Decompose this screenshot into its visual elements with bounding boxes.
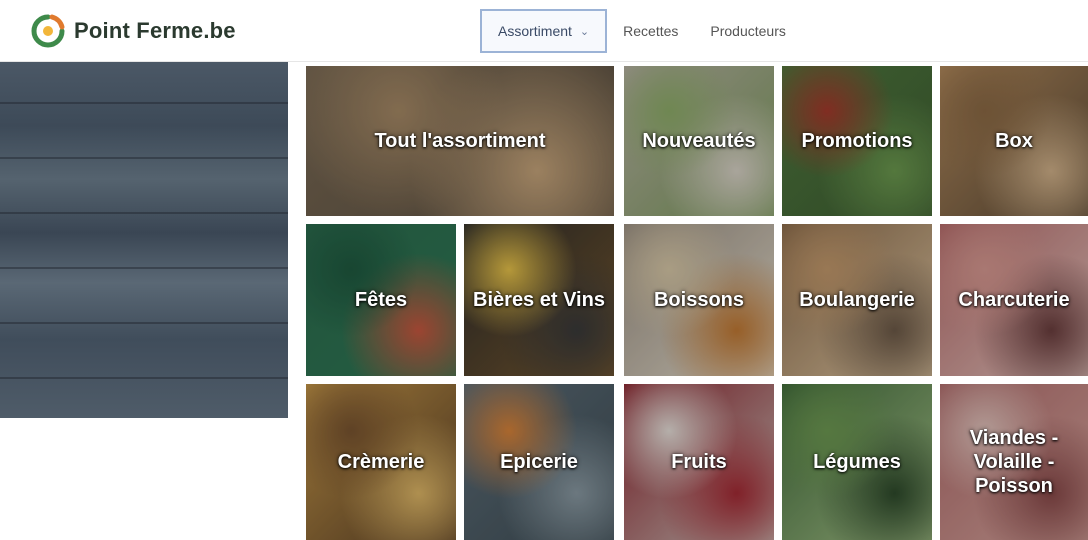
category-label: Epicerie [500, 451, 578, 473]
site-header: Point Ferme.be Assortiment ⌄ Recettes Pr… [0, 0, 1088, 62]
category-label: Nouveautés [642, 130, 756, 152]
category-viandes-volaille-poisson[interactable]: Viandes - Volaille - Poisson [940, 384, 1088, 540]
nav-producteurs[interactable]: Producteurs [694, 9, 801, 53]
main-nav: Assortiment ⌄ Recettes Producteurs [480, 9, 802, 53]
category-charcuterie[interactable]: Charcuterie [940, 224, 1088, 376]
hero-banner-image [0, 62, 288, 418]
brand-logo[interactable]: Point Ferme.be [30, 14, 236, 48]
category-label: Charcuterie [958, 289, 1070, 311]
category-boissons[interactable]: Boissons [624, 224, 774, 376]
nav-assortiment[interactable]: Assortiment ⌄ [480, 9, 608, 53]
category-box[interactable]: Box [940, 66, 1088, 216]
category-tout-assortiment[interactable]: Tout l'assortiment [306, 66, 614, 216]
nav-producteurs-label: Producteurs [710, 23, 786, 39]
category-label: Viandes - Volaille - Poisson [969, 427, 1059, 497]
category-bieres-vins[interactable]: Bières et Vins [464, 224, 614, 376]
category-promotions[interactable]: Promotions [782, 66, 932, 216]
category-cremerie[interactable]: Crèmerie [306, 384, 456, 540]
category-boulangerie[interactable]: Boulangerie [782, 224, 932, 376]
category-label: Tout l'assortiment [374, 130, 546, 152]
brand-name: Point Ferme.be [74, 18, 236, 43]
category-epicerie[interactable]: Epicerie [464, 384, 614, 540]
category-nouveautes[interactable]: Nouveautés [624, 66, 774, 216]
category-label: Boulangerie [799, 289, 915, 311]
category-label: Promotions [801, 130, 913, 152]
category-fetes[interactable]: Fêtes [306, 224, 456, 376]
nav-recettes[interactable]: Recettes [607, 9, 694, 53]
chevron-down-icon: ⌄ [579, 25, 590, 38]
category-label: Fêtes [354, 289, 408, 311]
category-label: Crèmerie [337, 451, 425, 473]
category-label: Boissons [653, 289, 745, 311]
leaf-logo-icon [30, 13, 66, 49]
category-label: Légumes [813, 451, 901, 473]
category-fruits[interactable]: Fruits [624, 384, 774, 540]
category-label: Bières et Vins [473, 289, 605, 311]
nav-recettes-label: Recettes [623, 23, 679, 39]
category-label: Fruits [671, 451, 727, 473]
category-label: Box [995, 130, 1033, 152]
nav-assortiment-label: Assortiment [498, 23, 572, 39]
category-legumes[interactable]: Légumes [782, 384, 932, 540]
